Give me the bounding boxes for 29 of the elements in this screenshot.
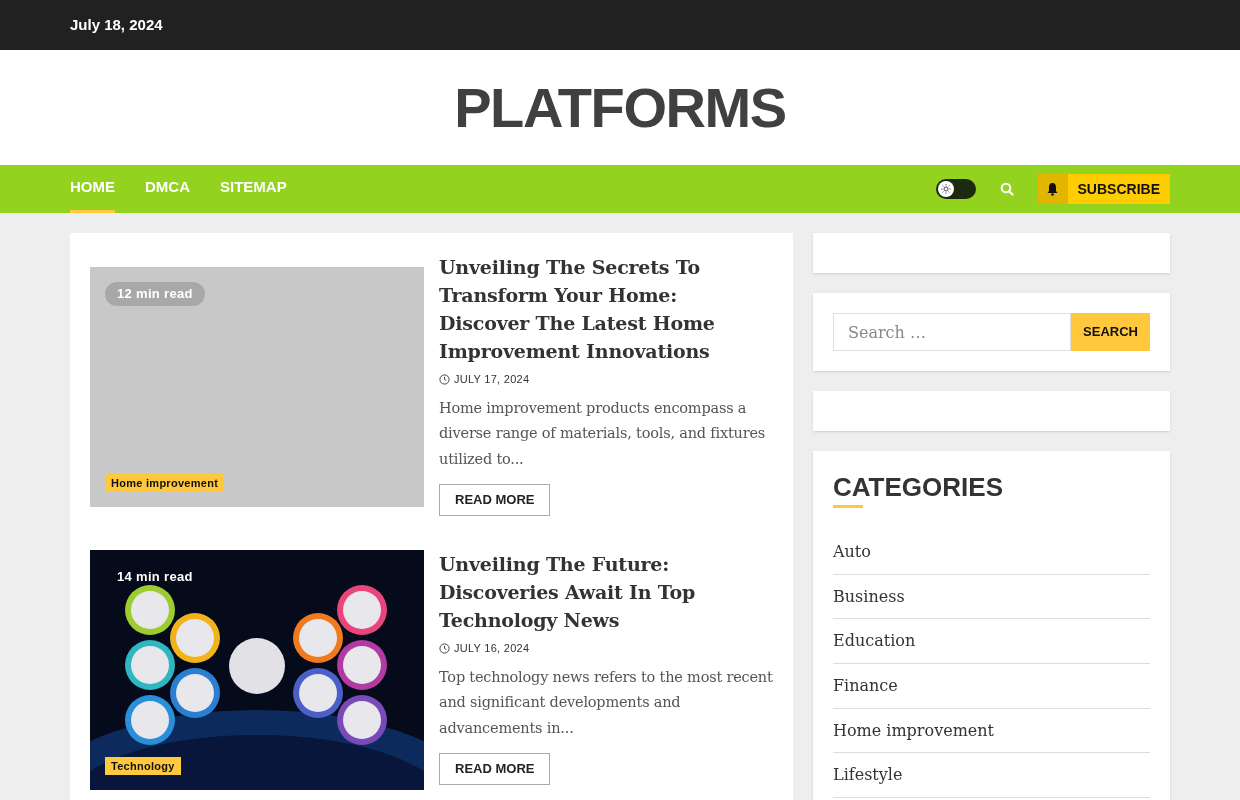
category-tag[interactable]: Home improvement — [105, 474, 225, 492]
post-excerpt: Top technology news refers to the most recent and significant developments and advancements in... — [439, 667, 773, 738]
category-tag[interactable]: Technology — [105, 757, 181, 775]
category-link[interactable]: Business — [833, 584, 905, 609]
post-excerpt: Home improvement products encompass a diverse range of materials, tools, and fixtures utilized to... — [439, 398, 767, 469]
bell-icon — [1046, 182, 1060, 196]
post-date: JULY 17, 2024 — [454, 372, 530, 387]
category-link[interactable]: Education — [833, 629, 916, 654]
clock-icon — [439, 642, 450, 654]
read-time-badge: 12 min read — [105, 282, 205, 306]
sun-icon — [940, 184, 951, 194]
post-title[interactable]: Unveiling The Secrets To Transform Your Home: Discover The Latest Home Improvement Innovations — [439, 253, 773, 365]
read-time-label: 14 min read — [116, 568, 194, 587]
dark-mode-toggle[interactable] — [935, 179, 976, 199]
date-text: July 18, 2024 — [70, 14, 163, 35]
read-more-button[interactable]: READ MORE — [439, 753, 551, 785]
site-title[interactable]: PLATFORMS — [454, 65, 786, 150]
post-date: JULY 16, 2024 — [454, 641, 530, 656]
category-link[interactable]: Finance — [833, 673, 898, 698]
search-button[interactable]: SEARCH — [1071, 313, 1150, 351]
widget-title: CATEGORIES — [833, 471, 1003, 503]
read-more-button[interactable]: READ MORE — [439, 484, 551, 516]
clock-icon — [439, 373, 450, 385]
subscribe-button[interactable]: SUBSCRIBE — [1037, 174, 1170, 204]
post-title[interactable]: Unveiling The Future: Discoveries Await In Top Technology News — [439, 550, 773, 634]
search-field[interactable]: Search … — [833, 313, 1072, 351]
category-link[interactable]: Lifestyle — [833, 763, 903, 788]
category-link[interactable]: Home improvement — [833, 718, 994, 743]
category-link[interactable]: Auto — [833, 539, 871, 564]
